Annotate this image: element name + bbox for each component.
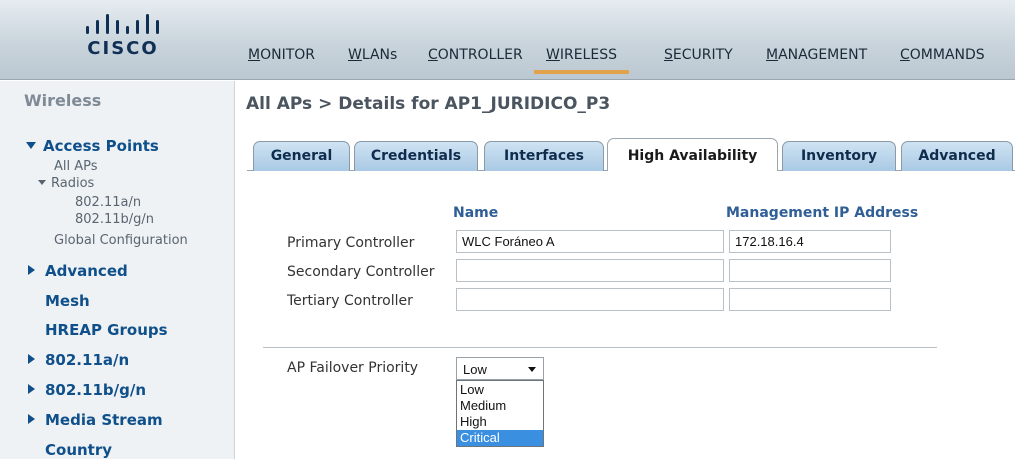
top-header: CISCO MONITOR WLANs CONTROLLER WIRELESS … [0, 0, 1015, 80]
collapsed-triangle-icon [28, 265, 35, 275]
sidebar-item-radios[interactable]: Radios [38, 176, 94, 191]
cisco-logo: CISCO [78, 10, 168, 66]
sidebar-item-radio-bg[interactable]: 802.11b/g/n [75, 212, 154, 227]
sidebar-item-media-stream[interactable]: Media Stream [28, 411, 163, 429]
app-root: CISCO MONITOR WLANs CONTROLLER WIRELESS … [0, 0, 1015, 459]
collapsed-triangle-icon [28, 384, 35, 394]
option-medium[interactable]: Medium [457, 398, 543, 414]
secondary-controller-name-input[interactable] [456, 259, 724, 282]
tertiary-controller-label: Tertiary Controller [287, 293, 413, 309]
primary-controller-label: Primary Controller [287, 235, 415, 251]
option-low[interactable]: Low [457, 382, 543, 398]
page-title: All APs > Details for AP1_JURIDICO_P3 [246, 94, 611, 114]
nav-wlans[interactable]: WLANs [348, 44, 397, 74]
sidebar-item-mesh[interactable]: Mesh [45, 292, 90, 310]
sidebar-item-advanced[interactable]: Advanced [28, 262, 128, 280]
expanded-triangle-icon [38, 180, 46, 185]
nav-commands[interactable]: COMMANDS [900, 44, 985, 74]
ap-failover-priority-select[interactable]: Low [456, 357, 544, 380]
sidebar-item-global-config[interactable]: Global Configuration [54, 233, 188, 248]
sidebar-item-hreap-groups[interactable]: HREAP Groups [45, 321, 168, 339]
expanded-triangle-icon [26, 142, 36, 149]
sidebar-title: Wireless [24, 91, 102, 110]
primary-controller-name-input[interactable]: WLC Foráneo A [456, 230, 724, 253]
tab-high-availability[interactable]: High Availability [607, 138, 778, 171]
nav-controller[interactable]: CONTROLLER [428, 44, 523, 74]
tab-general[interactable]: General [253, 141, 350, 171]
tab-interfaces[interactable]: Interfaces [484, 141, 604, 171]
tab-advanced[interactable]: Advanced [901, 141, 1013, 171]
option-high[interactable]: High [457, 414, 543, 430]
sidebar: Wireless Access Points All APs Radios 80… [0, 81, 235, 459]
selected-value: Low [463, 362, 487, 377]
nav-security[interactable]: SECURITY [664, 44, 733, 74]
name-column-header: Name [453, 205, 499, 221]
secondary-controller-label: Secondary Controller [287, 264, 435, 280]
nav-management[interactable]: MANAGEMENT [766, 44, 867, 74]
collapsed-triangle-icon [28, 414, 35, 424]
nav-wireless[interactable]: WIRELESS [534, 44, 629, 74]
section-divider [263, 347, 937, 348]
cisco-logo-bars-icon [86, 14, 159, 34]
ip-column-header: Management IP Address [726, 205, 919, 221]
nav-monitor[interactable]: MONITOR [248, 44, 315, 74]
sidebar-item-access-points[interactable]: Access Points [26, 137, 159, 155]
ap-failover-priority-options: Low Medium High Critical [456, 380, 544, 447]
tab-inventory[interactable]: Inventory [782, 141, 896, 171]
primary-controller-ip-input[interactable]: 172.18.16.4 [729, 230, 891, 253]
collapsed-triangle-icon [28, 354, 35, 364]
logo-wordmark: CISCO [87, 38, 159, 59]
sidebar-item-country[interactable]: Country [45, 441, 112, 459]
ap-failover-priority-label: AP Failover Priority [287, 360, 419, 376]
sidebar-item-all-aps[interactable]: All APs [54, 159, 98, 174]
tertiary-controller-ip-input[interactable] [729, 288, 891, 311]
tab-credentials[interactable]: Credentials [354, 141, 478, 171]
tertiary-controller-name-input[interactable] [456, 288, 724, 311]
sidebar-item-80211an[interactable]: 802.11a/n [28, 351, 129, 369]
sidebar-item-80211bgn[interactable]: 802.11b/g/n [28, 381, 146, 399]
dropdown-arrow-icon [528, 367, 536, 372]
secondary-controller-ip-input[interactable] [729, 259, 891, 282]
option-critical[interactable]: Critical [457, 430, 543, 446]
sidebar-item-radio-a[interactable]: 802.11a/n [75, 195, 141, 210]
